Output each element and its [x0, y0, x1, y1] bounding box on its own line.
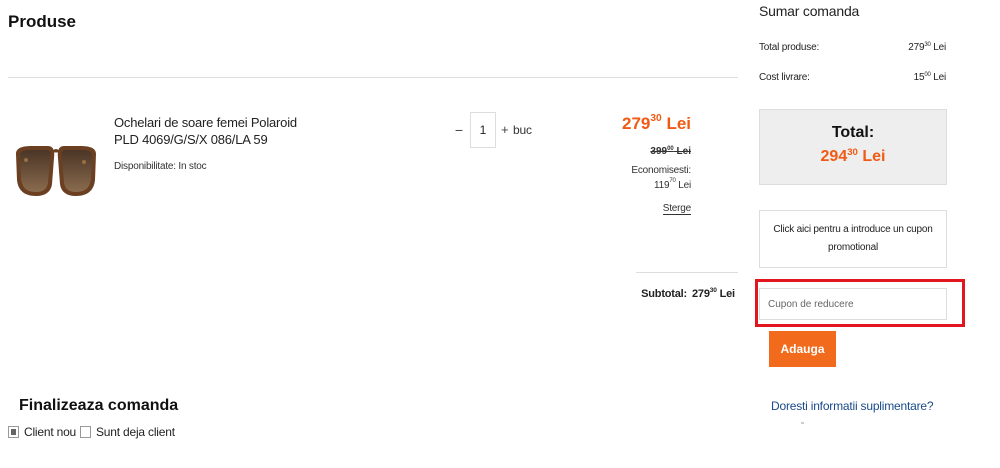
subtotal-value: 27930 Lei: [692, 287, 736, 300]
total-label: Total:: [831, 124, 875, 141]
product-name[interactable]: Ochelari de soare femei Polaroid PLD 406…: [114, 114, 324, 148]
old-price-decimals: 00: [667, 146, 674, 152]
coupon-input[interactable]: [759, 288, 947, 320]
savings-integer: 119: [654, 180, 670, 191]
old-price-integer: 399: [650, 146, 668, 157]
quantity-increase-button[interactable]: +: [501, 121, 511, 139]
savings-currency: Lei: [678, 180, 691, 191]
old-price-currency: Lei: [676, 146, 691, 157]
product-price: 27930 Lei: [560, 113, 691, 134]
shipping-cost-label: Cost livrare:: [759, 72, 810, 83]
products-title: Produse: [8, 12, 77, 31]
total-products-decimals: 30: [924, 42, 931, 48]
delete-container: Sterge: [560, 203, 691, 215]
checkbox-checked-icon[interactable]: [8, 426, 19, 438]
total-products-value: 27930 Lei: [880, 42, 946, 53]
price-currency: Lei: [666, 114, 691, 133]
option-existing-client[interactable]: Sunt deja client: [80, 425, 175, 439]
checkout-title: Finalizeaza comanda: [19, 397, 179, 414]
divider: [636, 272, 738, 273]
savings-decimals: 70: [669, 178, 676, 184]
subtotal-label: Subtotal:: [641, 288, 687, 300]
quantity-unit: buc: [513, 123, 532, 137]
total-products-currency: Lei: [933, 42, 946, 53]
add-coupon-button[interactable]: Adauga: [769, 331, 836, 367]
availability-status: Disponibilitate: In stoc: [114, 161, 207, 172]
savings: Economisesti: 11970 Lei: [560, 163, 691, 193]
total-currency: Lei: [862, 148, 886, 165]
product-image[interactable]: [12, 140, 100, 202]
subtotal-integer: 279: [692, 288, 710, 300]
shipping-cost-integer: 15: [913, 72, 925, 83]
total-integer: 294: [820, 148, 848, 165]
option-new-client[interactable]: Client nou: [8, 425, 76, 439]
divider: [8, 77, 738, 78]
price-decimals: 30: [650, 113, 662, 124]
total-value: 29430 Lei: [759, 148, 947, 166]
product-old-price: 39900 Lei: [560, 146, 691, 157]
shipping-cost-currency: Lei: [933, 72, 946, 83]
option-label: Sunt deja client: [96, 425, 175, 439]
divider: [801, 422, 804, 424]
price-integer: 279: [621, 114, 651, 133]
savings-value: 11970 Lei: [560, 178, 691, 193]
savings-label: Economisesti:: [631, 165, 691, 176]
delete-link[interactable]: Sterge: [662, 203, 691, 215]
more-info-link[interactable]: Doresti informatii suplimentare?: [771, 399, 934, 413]
subtotal-decimals: 30: [709, 287, 717, 294]
option-label: Client nou: [24, 425, 77, 439]
total-decimals: 30: [847, 147, 858, 158]
coupon-toggle-button[interactable]: Click aici pentru a introduce un cupon p…: [759, 210, 947, 268]
quantity-input[interactable]: [470, 112, 496, 148]
checkbox-icon[interactable]: [80, 426, 91, 438]
shipping-cost-value: 1500 Lei: [880, 72, 947, 83]
quantity-decrease-button[interactable]: −: [452, 121, 466, 139]
summary-title: Sumar comanda: [759, 3, 860, 19]
total-products-integer: 279: [908, 42, 925, 53]
shipping-cost-decimals: 00: [924, 72, 931, 78]
subtotal-currency: Lei: [719, 288, 736, 300]
total-products-label: Total produse:: [759, 42, 820, 53]
